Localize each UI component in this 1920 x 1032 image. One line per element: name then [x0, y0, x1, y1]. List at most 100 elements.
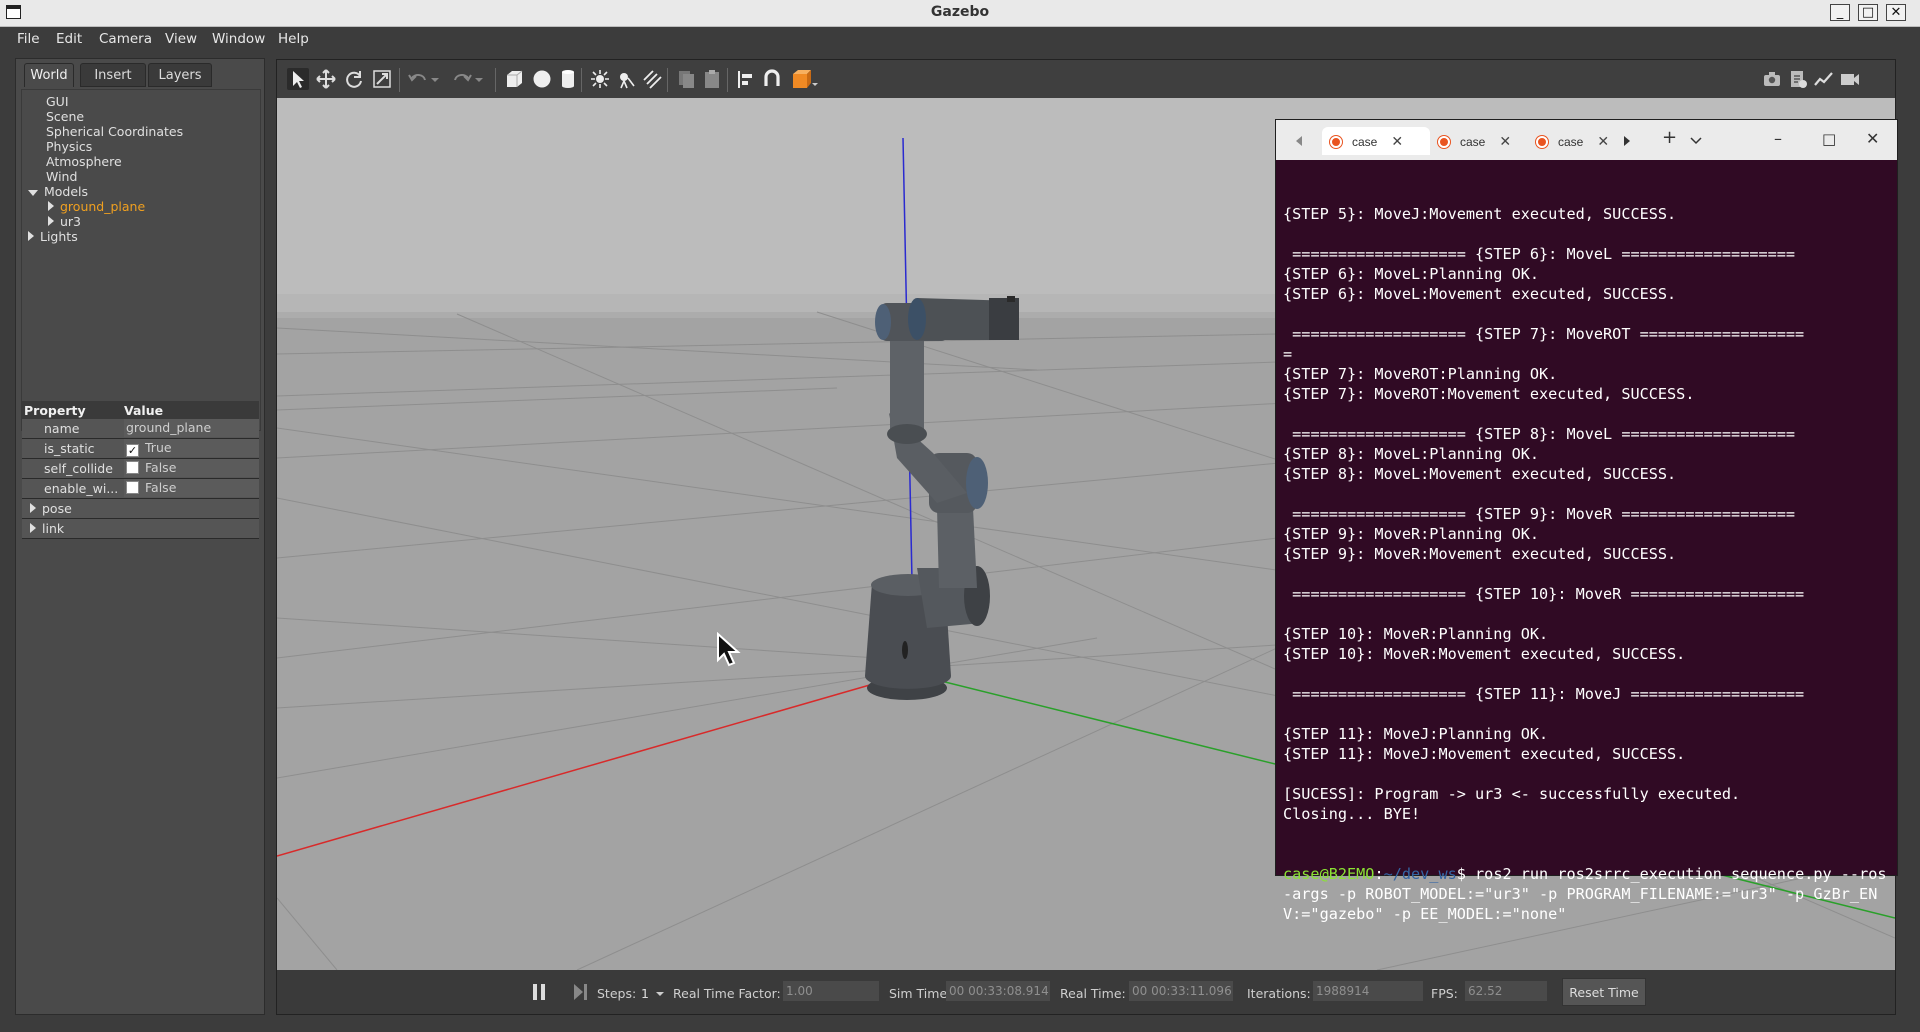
expand-right-icon[interactable] [30, 503, 36, 513]
fps-value: 62.52 [1465, 981, 1547, 1001]
snap-magnet-icon[interactable] [761, 68, 783, 90]
terminal-command-line[interactable]: case@B2EMO:~/dev_ws$ ros2 run ros2srrc_e… [1283, 864, 1887, 924]
self-collide-value: False [145, 460, 177, 475]
menu-window[interactable]: Window [212, 31, 265, 47]
terminal-maximize-icon[interactable]: □ [1822, 130, 1836, 148]
terminal-line: = [1283, 345, 1293, 363]
expand-right-icon[interactable] [28, 231, 34, 241]
property-row-pose[interactable]: pose [22, 499, 259, 519]
close-tab-icon[interactable]: ✕ [1597, 133, 1609, 149]
terminal-close-icon[interactable]: ✕ [1866, 129, 1879, 148]
tree-item-scene[interactable]: Scene [46, 109, 84, 124]
terminal-tab-2[interactable]: case ✕ [1430, 127, 1528, 155]
terminal-window[interactable]: case ✕ case ✕ case ✕ + – □ ✕ {STEP 5}: Move… [1275, 119, 1898, 923]
reset-time-button[interactable]: Reset Time [1562, 978, 1646, 1006]
minimize-button[interactable]: _ [1830, 4, 1850, 21]
checkbox-checked-icon[interactable]: ✓ [126, 444, 139, 457]
terminal-minimize-icon[interactable]: – [1774, 129, 1782, 148]
expand-right-icon[interactable] [48, 216, 54, 226]
close-tab-icon[interactable]: ✕ [1499, 133, 1511, 149]
undo-dropdown-icon[interactable] [429, 68, 441, 90]
box-shape-icon[interactable] [503, 68, 525, 90]
menu-view[interactable]: View [165, 31, 197, 47]
steps-value[interactable]: 1 [641, 986, 649, 1001]
step-forward-icon[interactable] [572, 983, 588, 1001]
menu-edit[interactable]: Edit [56, 31, 82, 47]
new-tab-icon[interactable]: + [1662, 127, 1677, 148]
link-label: link [42, 521, 65, 536]
is-static-value: True [145, 440, 172, 455]
video-record-icon[interactable] [1839, 68, 1861, 90]
tree-item-ur3[interactable]: ur3 [48, 214, 81, 229]
tree-item-lights[interactable]: Lights [28, 229, 78, 244]
directional-light-icon[interactable] [641, 68, 663, 90]
enable-wind-value: False [145, 480, 177, 495]
cylinder-shape-icon[interactable] [557, 68, 579, 90]
close-button[interactable]: ✕ [1886, 4, 1906, 21]
screenshot-camera-icon[interactable] [1761, 68, 1783, 90]
tab-layers[interactable]: Layers [148, 63, 212, 87]
tab-insert[interactable]: Insert [80, 63, 146, 87]
tree-item-atmosphere[interactable]: Atmosphere [46, 154, 122, 169]
tree-item-wind[interactable]: Wind [46, 169, 77, 184]
ubuntu-icon [1330, 136, 1342, 148]
log-data-icon[interactable] [1787, 68, 1809, 90]
tree-item-ground-plane[interactable]: ground_plane [48, 199, 145, 214]
close-tab-icon[interactable]: ✕ [1391, 133, 1403, 149]
expand-right-icon[interactable] [30, 523, 36, 533]
terminal-tab-1[interactable]: case ✕ [1322, 127, 1430, 155]
select-mode-icon[interactable] [287, 68, 309, 90]
property-key: link [30, 521, 110, 536]
ubuntu-icon [1536, 136, 1548, 148]
tabs-menu-chevron-icon[interactable] [1690, 137, 1702, 145]
align-icon[interactable] [735, 68, 757, 90]
maximize-button[interactable]: □ [1858, 4, 1878, 21]
checkbox-unchecked-icon[interactable] [126, 461, 139, 474]
property-row-link[interactable]: link [22, 519, 259, 539]
paste-icon[interactable] [701, 68, 723, 90]
plot-icon[interactable] [1813, 68, 1835, 90]
rotate-mode-icon[interactable] [343, 68, 365, 90]
terminal-line: =================== {STEP 11}: MoveJ ===… [1283, 685, 1805, 703]
redo-dropdown-icon[interactable] [473, 68, 485, 90]
spot-light-icon[interactable] [615, 68, 637, 90]
tree-item-gui[interactable]: GUI [46, 94, 69, 109]
tab-scroll-right-icon[interactable] [1622, 135, 1632, 147]
steps-dropdown-icon[interactable] [655, 990, 665, 998]
menu-help[interactable]: Help [278, 31, 309, 47]
tree-item-models[interactable]: Models [28, 184, 88, 199]
terminal-output: {STEP 5}: MoveJ:Movement executed, SUCCE… [1283, 164, 1887, 964]
point-light-icon[interactable] [589, 68, 611, 90]
sphere-shape-icon[interactable] [531, 68, 553, 90]
terminal-line: {STEP 11}: MoveJ:Movement executed, SUCC… [1283, 745, 1686, 763]
tab-scroll-left-icon[interactable] [1294, 135, 1304, 147]
pause-icon[interactable] [531, 983, 547, 1001]
terminal-line: {STEP 7}: MoveROT:Movement executed, SUC… [1283, 385, 1695, 403]
expand-down-icon[interactable] [28, 190, 38, 196]
terminal-tab-3[interactable]: case ✕ [1528, 127, 1626, 155]
tab-world[interactable]: World [24, 63, 74, 87]
terminal-tab-label: case [1352, 135, 1378, 149]
scale-mode-icon[interactable] [371, 68, 393, 90]
tree-item-physics[interactable]: Physics [46, 139, 92, 154]
menu-file[interactable]: File [17, 31, 40, 47]
property-key: name [44, 421, 80, 436]
menu-camera[interactable]: Camera [99, 31, 152, 47]
redo-icon[interactable] [451, 68, 473, 90]
undo-icon[interactable] [407, 68, 429, 90]
expand-right-icon[interactable] [48, 201, 54, 211]
checkbox-unchecked-icon[interactable] [126, 481, 139, 494]
property-header: Property Value [22, 401, 259, 419]
tree-item-spherical-coordinates[interactable]: Spherical Coordinates [46, 124, 183, 139]
terminal-line: {STEP 9}: MoveR:Movement executed, SUCCE… [1283, 545, 1677, 563]
property-row-is-static: is_static ✓ True [22, 439, 259, 459]
terminal-tab-label: case [1558, 135, 1584, 149]
real-time-factor-value: 1.00 [783, 981, 879, 1001]
translate-mode-icon[interactable] [315, 68, 337, 90]
view-angle-icon[interactable] [789, 68, 819, 90]
copy-icon[interactable] [675, 68, 697, 90]
property-value-name[interactable]: ground_plane [124, 419, 259, 437]
toolbar-divider [727, 68, 728, 92]
